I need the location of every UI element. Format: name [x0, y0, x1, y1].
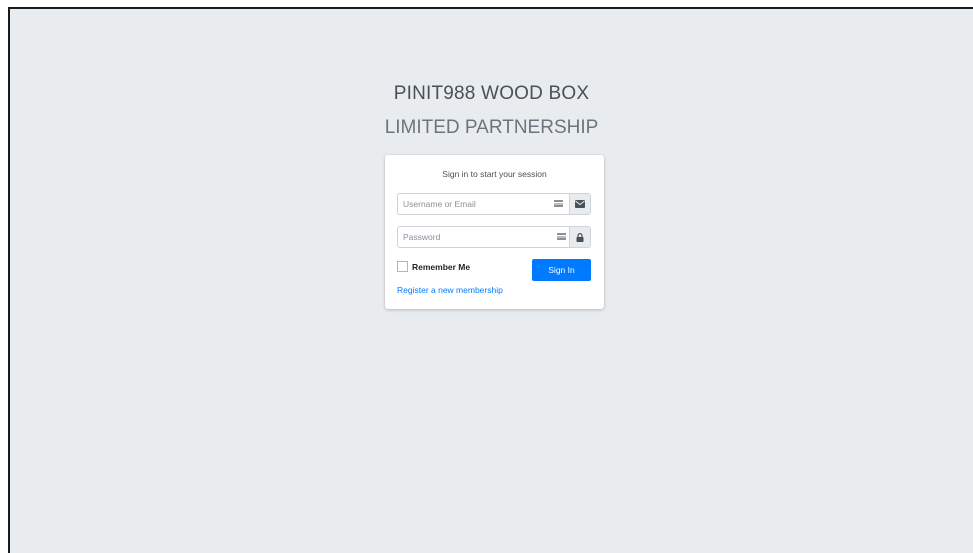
brand-title: PINIT988 WOOD BOX: [393, 83, 590, 104]
login-card: Sign in to start your session Username o…: [385, 155, 604, 309]
password-input[interactable]: [397, 226, 569, 248]
autofill-key-icon[interactable]: [557, 233, 566, 240]
register-link[interactable]: Register a new membership: [397, 285, 503, 295]
brand-subtitle: LIMITED PARTNERSHIP: [384, 117, 599, 138]
login-page: PINIT988 WOOD BOX LIMITED PARTNERSHIP Si…: [8, 7, 973, 553]
checkbox-box[interactable]: [397, 261, 408, 272]
envelope-icon: [569, 193, 591, 215]
password-input-group: [397, 226, 591, 248]
username-input[interactable]: [397, 193, 569, 215]
lock-icon: [569, 226, 591, 248]
remember-me-label: Remember Me: [412, 261, 471, 272]
username-input-group: [397, 193, 591, 215]
autofill-key-icon[interactable]: [554, 200, 563, 207]
sign-in-button[interactable]: Sign In: [532, 259, 591, 281]
remember-me-checkbox[interactable]: Remember Me: [397, 261, 470, 272]
login-box-message: Sign in to start your session: [442, 169, 547, 179]
